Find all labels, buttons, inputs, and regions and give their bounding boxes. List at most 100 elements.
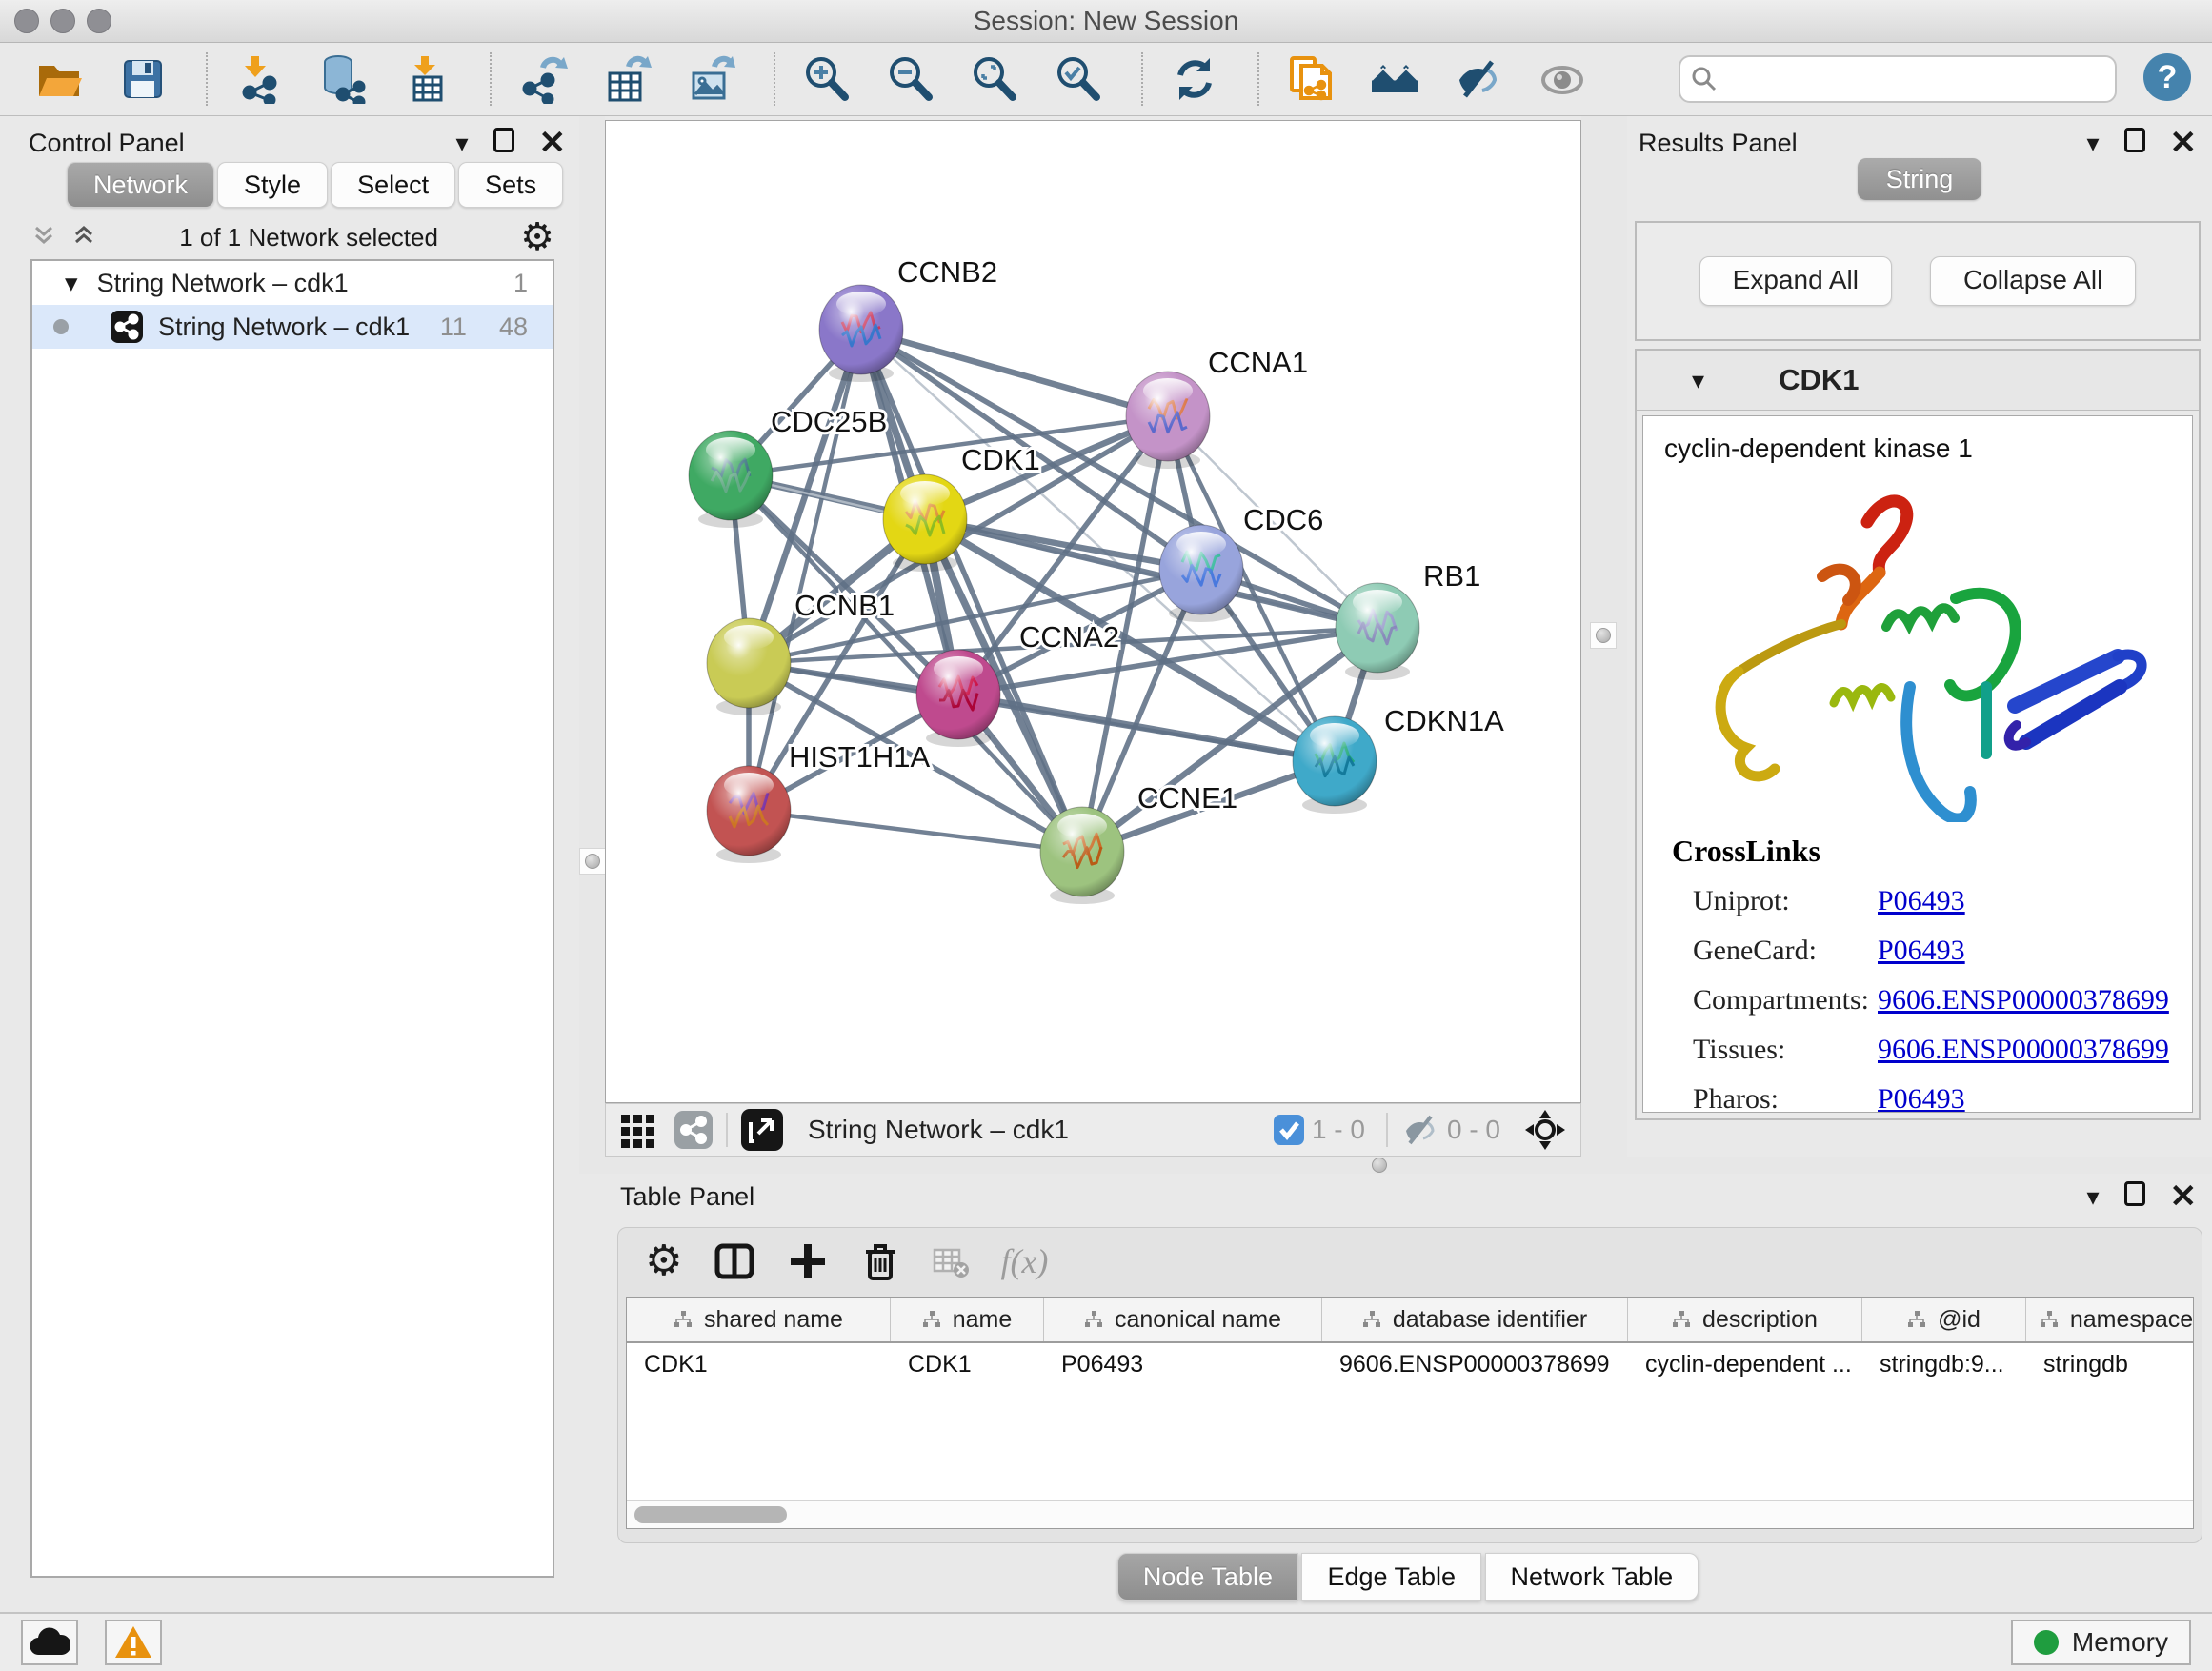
refresh-icon[interactable] <box>1168 52 1221 106</box>
network-node-HIST1H1A[interactable] <box>707 766 791 863</box>
collapse-all-button[interactable]: Collapse All <box>1930 256 2136 306</box>
table-cell[interactable]: P06493 <box>1044 1343 1322 1387</box>
network-options-gear-icon[interactable]: ⚙ <box>520 218 554 256</box>
network-node-CDKN1A[interactable] <box>1293 716 1377 814</box>
save-session-icon[interactable] <box>116 52 170 106</box>
collapse-all-networks-icon[interactable] <box>30 222 57 253</box>
column-header-namespace[interactable]: namespace <box>2026 1298 2194 1341</box>
column-header-canonical-name[interactable]: canonical name <box>1044 1298 1322 1341</box>
table-horizontal-scrollbar[interactable] <box>627 1500 2193 1528</box>
table-panel-menu-icon[interactable]: ▾ <box>2086 1182 2099 1212</box>
tab-edge-table[interactable]: Edge Table <box>1301 1553 1481 1601</box>
open-session-icon[interactable] <box>32 52 86 106</box>
control-panel-float-icon[interactable] <box>493 128 514 159</box>
create-column-icon[interactable] <box>787 1240 829 1282</box>
splitter-handle[interactable] <box>1596 628 1611 643</box>
table-cell[interactable]: cyclin-dependent ... <box>1628 1343 1862 1387</box>
network-collection-row[interactable]: ▾ String Network – cdk1 1 <box>32 261 553 305</box>
network-edge-CCNE1-HIST1H1A[interactable] <box>749 811 1082 852</box>
node-table[interactable]: shared namenamecanonical namedatabase id… <box>626 1297 2194 1529</box>
network-node-CCNB1[interactable] <box>707 618 791 715</box>
network-edge-CCNB2-HIST1H1A[interactable] <box>749 330 861 811</box>
grid-view-icon[interactable] <box>619 1111 657 1149</box>
splitter-handle[interactable] <box>1372 1158 1387 1173</box>
open-in-new-window-icon[interactable] <box>741 1109 783 1151</box>
table-cell[interactable]: stringdb <box>2026 1343 2194 1387</box>
tab-style[interactable]: Style <box>217 162 328 208</box>
left-splitter[interactable] <box>579 116 605 1157</box>
results-panel-close-icon[interactable]: ✕ <box>2170 131 2198 155</box>
import-network-database-icon[interactable] <box>316 52 370 106</box>
gene-section-header[interactable]: ▾ CDK1 <box>1637 351 2199 411</box>
tab-string[interactable]: String <box>1858 158 1982 200</box>
zoom-in-icon[interactable] <box>800 52 854 106</box>
network-node-CCNE1[interactable] <box>1040 807 1124 904</box>
birdseye-navigator-icon[interactable] <box>1523 1108 1567 1152</box>
table-cell[interactable]: 9606.ENSP00000378699 <box>1322 1343 1628 1387</box>
export-table-icon[interactable] <box>600 52 654 106</box>
memory-button[interactable]: Memory <box>2011 1620 2191 1665</box>
first-neighbors-icon[interactable] <box>1368 52 1421 106</box>
network-node-CCNB2[interactable] <box>819 285 903 382</box>
table-panel-close-icon[interactable]: ✕ <box>2170 1184 2198 1209</box>
duplicate-network-icon[interactable] <box>1284 52 1337 106</box>
delete-column-icon[interactable] <box>859 1240 901 1282</box>
search-input[interactable] <box>1719 64 2115 95</box>
scrollbar-thumb[interactable] <box>634 1506 787 1523</box>
network-overview-icon[interactable] <box>674 1111 713 1149</box>
crosslink-link[interactable]: P06493 <box>1878 885 1965 917</box>
column-header--id[interactable]: @id <box>1862 1298 2026 1341</box>
network-canvas[interactable]: CCNB2CCNA1CDC25BCDK1CDC6RB1CCNB1CCNA2CDK… <box>605 120 1581 1103</box>
tab-sets[interactable]: Sets <box>458 162 563 208</box>
zoom-selected-icon[interactable] <box>1052 52 1105 106</box>
control-panel-menu-icon[interactable]: ▾ <box>455 129 468 158</box>
hidden-eye-icon[interactable] <box>1401 1111 1439 1149</box>
table-options-gear-icon[interactable]: ⚙ <box>645 1242 682 1280</box>
crosslink-link[interactable]: 9606.ENSP00000378699 <box>1878 984 2169 1017</box>
right-splitter[interactable] <box>1581 116 1627 1157</box>
table-panel-float-icon[interactable] <box>2124 1181 2145 1213</box>
splitter-handle[interactable] <box>585 854 600 869</box>
help-icon[interactable]: ? <box>2142 51 2193 108</box>
export-image-icon[interactable] <box>684 52 737 106</box>
warnings-button[interactable] <box>105 1620 162 1665</box>
column-header-name[interactable]: name <box>891 1298 1044 1341</box>
export-network-icon[interactable] <box>516 52 570 106</box>
collection-expander-icon[interactable]: ▾ <box>65 269 78 298</box>
table-cell[interactable]: CDK1 <box>627 1343 891 1387</box>
tab-select[interactable]: Select <box>331 162 455 208</box>
network-node-CDC25B[interactable] <box>689 431 773 528</box>
crosslink-link[interactable]: 9606.ENSP00000378699 <box>1878 1034 2169 1066</box>
table-cell[interactable]: stringdb:9... <box>1862 1343 2026 1387</box>
show-all-icon[interactable] <box>1536 52 1589 106</box>
network-graph[interactable]: CCNB2CCNA1CDC25BCDK1CDC6RB1CCNB1CCNA2CDK… <box>606 121 1580 1102</box>
crosslink-link[interactable]: P06493 <box>1878 935 1965 967</box>
results-panel-float-icon[interactable] <box>2124 128 2145 159</box>
network-node-RB1[interactable] <box>1336 583 1419 680</box>
network-node-CDK1[interactable] <box>883 474 967 572</box>
tab-network[interactable]: Network <box>67 162 214 208</box>
column-header-shared-name[interactable]: shared name <box>627 1298 891 1341</box>
expand-all-networks-icon[interactable] <box>70 222 97 253</box>
column-header-description[interactable]: description <box>1628 1298 1862 1341</box>
control-panel-close-icon[interactable]: ✕ <box>539 131 567 155</box>
network-row[interactable]: String Network – cdk1 11 48 <box>32 305 553 349</box>
zoom-out-icon[interactable] <box>884 52 937 106</box>
tab-network-table[interactable]: Network Table <box>1485 1553 1699 1601</box>
tab-node-table[interactable]: Node Table <box>1117 1553 1298 1601</box>
bottom-splitter[interactable] <box>579 1157 2212 1174</box>
import-table-icon[interactable] <box>400 52 453 106</box>
show-columns-icon[interactable] <box>713 1239 756 1283</box>
selected-checkbox-icon[interactable] <box>1274 1115 1304 1145</box>
expand-all-button[interactable]: Expand All <box>1699 256 1892 306</box>
column-header-database-identifier[interactable]: database identifier <box>1322 1298 1628 1341</box>
table-row[interactable]: CDK1CDK1P064939606.ENSP00000378699cyclin… <box>627 1343 2193 1387</box>
crosslink-link[interactable]: P06493 <box>1878 1083 1965 1113</box>
import-network-file-icon[interactable] <box>232 52 286 106</box>
hide-selected-icon[interactable] <box>1452 52 1505 106</box>
gene-expander-icon[interactable]: ▾ <box>1692 366 1704 395</box>
cloud-status-button[interactable] <box>21 1620 78 1665</box>
results-panel-menu-icon[interactable]: ▾ <box>2086 129 2099 158</box>
table-cell[interactable]: CDK1 <box>891 1343 1044 1387</box>
zoom-fit-icon[interactable] <box>968 52 1021 106</box>
